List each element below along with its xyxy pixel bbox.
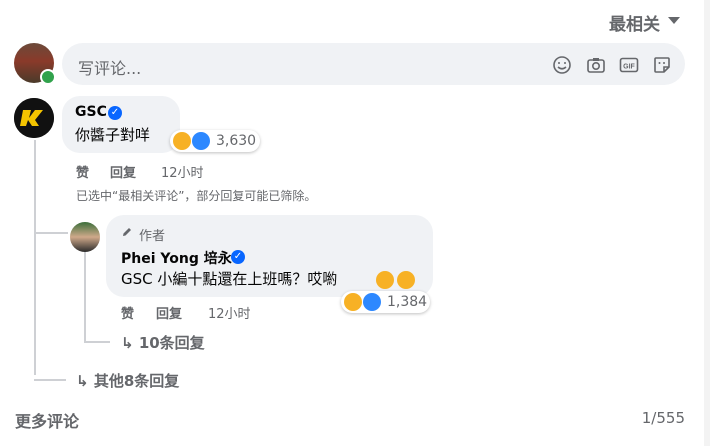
sort-label: 最相关 bbox=[609, 15, 660, 35]
reply-arrow-icon: ↳ bbox=[121, 334, 134, 352]
thread-line bbox=[34, 140, 36, 375]
comment-author[interactable]: GSC bbox=[75, 104, 107, 120]
thread-branch bbox=[34, 379, 66, 381]
reply-time[interactable]: 12小时 bbox=[208, 303, 251, 322]
svg-text:GIF: GIF bbox=[623, 64, 635, 71]
comment-time[interactable]: 12小时 bbox=[161, 162, 204, 181]
like-button[interactable]: 赞 bbox=[76, 162, 89, 181]
reply-like-button[interactable]: 赞 bbox=[121, 303, 134, 322]
haha-reaction-icon bbox=[173, 132, 191, 150]
scrollbar[interactable] bbox=[704, 0, 710, 446]
author-badge: 作者 bbox=[139, 229, 166, 244]
grimace-emoji-icon bbox=[376, 271, 394, 289]
like-reaction-icon bbox=[363, 293, 381, 311]
other-replies-button[interactable]: ↳ 其他8条回复 bbox=[76, 370, 179, 391]
view-replies-label: 10条回复 bbox=[138, 334, 205, 352]
reply-text: GSC 小編十點還在上班嗎？哎喲 bbox=[121, 270, 338, 288]
reply-thread-branch bbox=[84, 341, 110, 343]
thread-branch bbox=[34, 232, 68, 234]
verified-icon: ✓ bbox=[108, 106, 122, 120]
like-reaction-icon bbox=[192, 132, 210, 150]
camera-icon[interactable] bbox=[586, 55, 606, 75]
comment-input-placeholder: 写评论... bbox=[78, 59, 142, 78]
reply-reaction-count: 1,384 bbox=[387, 294, 428, 310]
view-replies-button[interactable]: ↳ 10条回复 bbox=[121, 332, 205, 353]
pencil-icon bbox=[123, 228, 131, 236]
smiley-icon[interactable] bbox=[552, 55, 572, 75]
more-comments-link[interactable]: 更多评论 bbox=[15, 408, 79, 432]
gif-icon[interactable]: GIF bbox=[619, 55, 639, 75]
caret-down-icon bbox=[668, 17, 680, 24]
sort-dropdown[interactable]: 最相关 bbox=[609, 10, 660, 35]
reply-arrow-icon: ↳ bbox=[76, 372, 89, 390]
reply-author[interactable]: Phei Yong 培永 bbox=[121, 248, 232, 268]
comment-text: 你醬子對咩 bbox=[75, 126, 151, 144]
reply-reply-button[interactable]: 回复 bbox=[156, 303, 182, 322]
reaction-count: 3,630 bbox=[216, 133, 257, 149]
filter-notice: 已选中“最相关评论”，部分回复可能已筛除。 bbox=[76, 189, 317, 203]
other-replies-label: 其他8条回复 bbox=[93, 372, 180, 390]
commenter-avatar[interactable] bbox=[14, 98, 54, 138]
comment-pager: 1/555 bbox=[641, 409, 685, 427]
sticker-icon[interactable] bbox=[652, 55, 672, 75]
smile-emoji-icon bbox=[397, 271, 415, 289]
online-status-dot bbox=[40, 69, 56, 85]
haha-reaction-icon bbox=[344, 293, 362, 311]
gsc-logo bbox=[14, 98, 54, 138]
verified-icon: ✓ bbox=[231, 250, 245, 264]
reply-author-avatar[interactable] bbox=[70, 222, 100, 252]
reply-thread-line bbox=[84, 252, 86, 341]
reply-button[interactable]: 回复 bbox=[110, 162, 136, 181]
